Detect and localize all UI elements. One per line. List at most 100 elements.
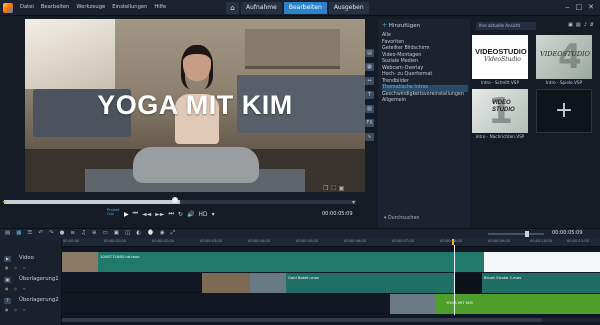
sound-mixer-icon[interactable]: ≡ <box>70 230 75 237</box>
multi-camera-icon[interactable]: ▣ <box>114 230 119 237</box>
redo-icon[interactable]: ↷ <box>49 230 54 237</box>
motion-tracking-icon[interactable]: ⊕ <box>92 230 97 237</box>
overlay-clip-thumbnail[interactable] <box>250 273 286 293</box>
zoom-handle[interactable] <box>525 231 529 237</box>
preview-timecode[interactable]: 00:00:05:09 <box>322 211 353 217</box>
thumbnail-intro-nachrichten[interactable]: 1 VIDEO STUDIO <box>472 89 528 133</box>
auto-music-icon[interactable]: ♫ <box>81 230 86 237</box>
video-clip-thumbnail[interactable] <box>62 252 98 272</box>
tab-ausgeben[interactable]: Ausgeben <box>328 2 369 14</box>
minimize-icon[interactable]: ‒ <box>565 3 569 11</box>
repeat-icon[interactable]: ↻ <box>178 211 183 218</box>
time-remap-icon[interactable]: ⌚ <box>147 230 154 237</box>
timeline-view-icon[interactable]: ▦ <box>16 230 21 237</box>
library-add-button[interactable]: + Hinzufügen <box>382 22 420 29</box>
scene-shelf <box>245 29 340 69</box>
transition-icon[interactable]: ↔ <box>365 77 374 85</box>
undo-icon[interactable]: ↶ <box>38 230 43 237</box>
end-icon[interactable]: ⏭ <box>169 210 174 218</box>
ruler-tick: 00:00:01:00 <box>104 239 126 243</box>
preview-scrubber[interactable] <box>4 200 356 204</box>
transport-controls: ▶ ⏮ ◄◄ ►► ⏭ ↻ 🔊 HD ▾ <box>106 210 215 218</box>
library-item-allgemein[interactable]: Allgemein <box>382 98 468 105</box>
mark-in-icon[interactable]: ▾ <box>3 199 6 206</box>
overlay1-lane: Gold Bokeh.mov Brush Stroke 2.mov <box>62 273 600 293</box>
search-label: Durchsuchen <box>387 216 420 221</box>
maximize-icon[interactable]: □ <box>576 3 583 11</box>
menu-einstellungen[interactable]: Einstellungen <box>112 4 147 10</box>
pan-zoom-icon[interactable]: ⤢ <box>171 230 175 237</box>
home-icon[interactable]: ⌂ <box>226 2 239 14</box>
library-search[interactable]: ▾ Durchsuchen <box>384 216 419 221</box>
previous-frame-icon[interactable]: ◄◄ <box>142 211 151 218</box>
fullscreen-icon[interactable]: ⛶ <box>331 185 335 193</box>
clip-label: YOGA MIT KIM <box>446 300 473 305</box>
instant-project-icon[interactable]: ▦ <box>365 63 374 71</box>
timeline-timecode[interactable]: 00:00:05:09 <box>552 230 583 236</box>
title-icon[interactable]: T <box>365 91 374 99</box>
preview-menu-icon[interactable]: ▾ <box>212 211 215 218</box>
menu-bearbeiten[interactable]: Bearbeiten <box>41 4 70 10</box>
playhead[interactable] <box>454 245 455 315</box>
snapshot-icon[interactable]: ▣ <box>339 185 345 193</box>
thumbnail-add-new[interactable]: + <box>536 89 592 133</box>
mask-creator-icon[interactable]: ◐ <box>136 230 141 237</box>
subtitle-icon[interactable]: ▭ <box>103 230 108 237</box>
color-grading-icon[interactable]: ◉ <box>160 230 165 237</box>
thumbnail-intro-spiele[interactable]: 4 VIDEOSTUDIO <box>536 35 592 79</box>
add-label: Hinzufügen <box>388 23 421 29</box>
next-frame-icon[interactable]: ►► <box>155 211 164 218</box>
volume-icon[interactable]: 🔊 <box>187 211 194 218</box>
ruler-tick: 00:00:00 <box>63 239 80 243</box>
timeline-zoom-slider[interactable] <box>488 233 544 235</box>
overlay-clip-brush[interactable]: Brush Stroke 2.mov <box>482 273 600 293</box>
filter-icon[interactable]: FX <box>365 119 374 127</box>
home-start-icon[interactable]: ⏮ <box>133 210 138 218</box>
preview-window[interactable]: YOGA MIT KIM <box>25 19 365 192</box>
thumbnail-caption: Intro - Schnitt.VSP <box>481 80 519 85</box>
sort-icon[interactable]: ⇵ <box>590 22 594 28</box>
video-filter-icon[interactable]: ▣ <box>568 22 573 28</box>
graphics-icon[interactable]: ▧ <box>365 105 374 113</box>
record-icon[interactable]: ● <box>60 230 65 237</box>
overlay-clip-thumbnail[interactable] <box>202 273 250 293</box>
library-folder-list: Alle Favoriten Geteilter Bildschirm Vide… <box>382 33 468 105</box>
media-icon[interactable]: ▤ <box>365 49 374 57</box>
person-head <box>183 45 211 81</box>
title-bar: Datei Bearbeiten Werkzeuge Einstellungen… <box>0 0 600 16</box>
menu-werkzeuge[interactable]: Werkzeuge <box>76 4 105 10</box>
title-clip-thumbnail[interactable] <box>390 294 436 314</box>
menu-bar: Datei Bearbeiten Werkzeuge Einstellungen… <box>20 4 166 10</box>
menu-hilfe[interactable]: Hilfe <box>154 4 166 10</box>
play-icon[interactable]: ▶ <box>124 211 129 218</box>
tab-aufnahme[interactable]: Aufnahme <box>241 2 282 14</box>
view-select[interactable]: Ihre aktuelle Ansicht <box>476 22 536 30</box>
tab-bearbeiten[interactable]: Bearbeiten <box>283 2 327 14</box>
title-clip[interactable]: YOGA MIT KIM <box>436 294 600 314</box>
storyboard-view-icon[interactable]: ▤ <box>5 230 10 237</box>
close-icon[interactable]: ✕ <box>588 3 594 11</box>
thumbnail-intro-schnitt[interactable]: VIDEOSTUDIO VideoStudio <box>472 35 528 79</box>
crop-icon[interactable]: ❐ <box>323 185 328 193</box>
track-controls[interactable]: ● ◎ ≡ <box>5 265 28 270</box>
library-view-bar: Ihre aktuelle Ansicht ▣ ▧ ♪ ⇵ <box>472 20 596 32</box>
hd-button[interactable]: HD <box>198 211 207 218</box>
path-icon[interactable]: ∿ <box>365 133 374 141</box>
video-clip[interactable]: 1008771865.hd.mov <box>98 252 484 272</box>
thumbnail-subtitle: VideoStudio <box>484 56 521 63</box>
menu-datei[interactable]: Datei <box>20 4 34 10</box>
window-controls: ‒ □ ✕ <box>565 3 594 11</box>
track-controls[interactable]: ● ◎ ≡ <box>5 286 28 291</box>
track-controls[interactable]: ● ◎ ≡ <box>5 307 28 312</box>
split-screen-icon[interactable]: ◫ <box>125 230 130 237</box>
mark-out-icon[interactable]: ▾ <box>352 199 355 206</box>
timeline-ruler[interactable]: 00:00:00 00:00:01:00 00:00:02:00 00:00:0… <box>62 238 600 247</box>
overlay-clip-bokeh[interactable]: Gold Bokeh.mov <box>286 273 454 293</box>
track-manager-icon[interactable]: ☰ <box>27 230 32 237</box>
image-filter-icon[interactable]: ▧ <box>576 22 581 28</box>
timeline-scrollbar-thumb[interactable] <box>62 318 542 322</box>
audio-filter-icon[interactable]: ♪ <box>584 22 587 28</box>
video-clip-white[interactable] <box>484 252 600 272</box>
scrubber-handle[interactable] <box>172 197 178 203</box>
overlay-clip-black[interactable] <box>454 273 482 293</box>
